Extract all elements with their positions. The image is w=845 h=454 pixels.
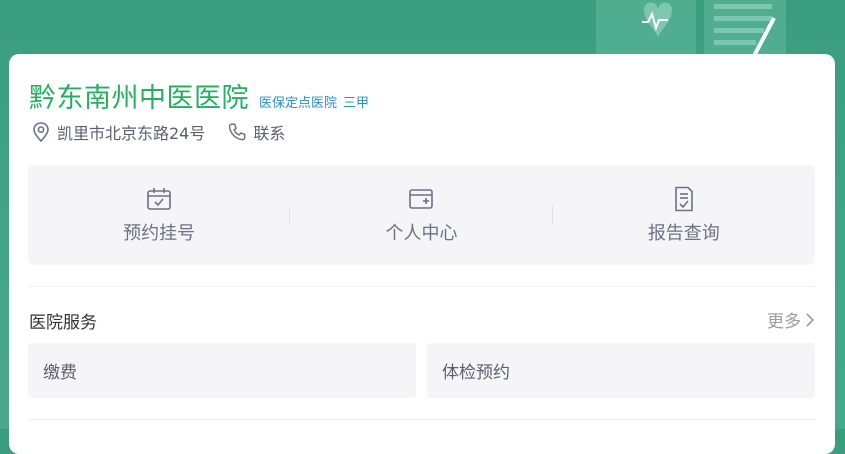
insurance-tag: 医保定点医院	[259, 96, 338, 111]
calendar-check-icon	[147, 188, 171, 210]
hospital-name: 黔东南州中医医院	[29, 83, 249, 114]
card-plus-icon	[409, 189, 434, 209]
quick-action-label: 预约挂号	[123, 223, 196, 244]
phone-icon	[229, 123, 246, 141]
services-title: 医院服务	[29, 313, 97, 333]
report-check-icon	[675, 186, 693, 212]
more-services-link[interactable]: 更多	[767, 307, 815, 332]
quick-action-label: 报告查询	[647, 223, 720, 244]
quick-actions: 预约挂号 个人中心 报告查询	[28, 165, 815, 265]
hero-heart-monitor-icon	[596, 0, 786, 60]
quick-action-label: 个人中心	[385, 223, 458, 244]
hospital-card: 黔东南州中医医院 医保定点医院 三甲 凯里市北京东路24号 联系 预约挂号 个人…	[9, 54, 835, 454]
hospital-header: 黔东南州中医医院 医保定点医院 三甲	[29, 76, 369, 115]
divider	[28, 419, 815, 420]
location-pin-icon	[33, 122, 49, 143]
hospital-info: 凯里市北京东路24号 联系	[31, 120, 285, 144]
contact-label: 联系	[253, 124, 286, 143]
quick-action-report-query[interactable]: 报告查询	[553, 165, 815, 265]
contact-button[interactable]: 联系	[227, 120, 285, 144]
service-label: 缴费	[43, 363, 77, 383]
address-text[interactable]: 凯里市北京东路24号	[57, 120, 205, 144]
quick-action-personal-center[interactable]: 个人中心	[290, 165, 553, 265]
more-label: 更多	[767, 312, 801, 332]
service-payment-button[interactable]: 缴费	[28, 343, 416, 398]
service-label: 体检预约	[442, 363, 510, 383]
chevron-right-icon	[806, 312, 815, 327]
quick-action-appointment[interactable]: 预约挂号	[28, 165, 291, 265]
divider	[28, 286, 815, 287]
grade-tag: 三甲	[343, 96, 370, 111]
service-physical-exam-button[interactable]: 体检预约	[427, 343, 815, 398]
